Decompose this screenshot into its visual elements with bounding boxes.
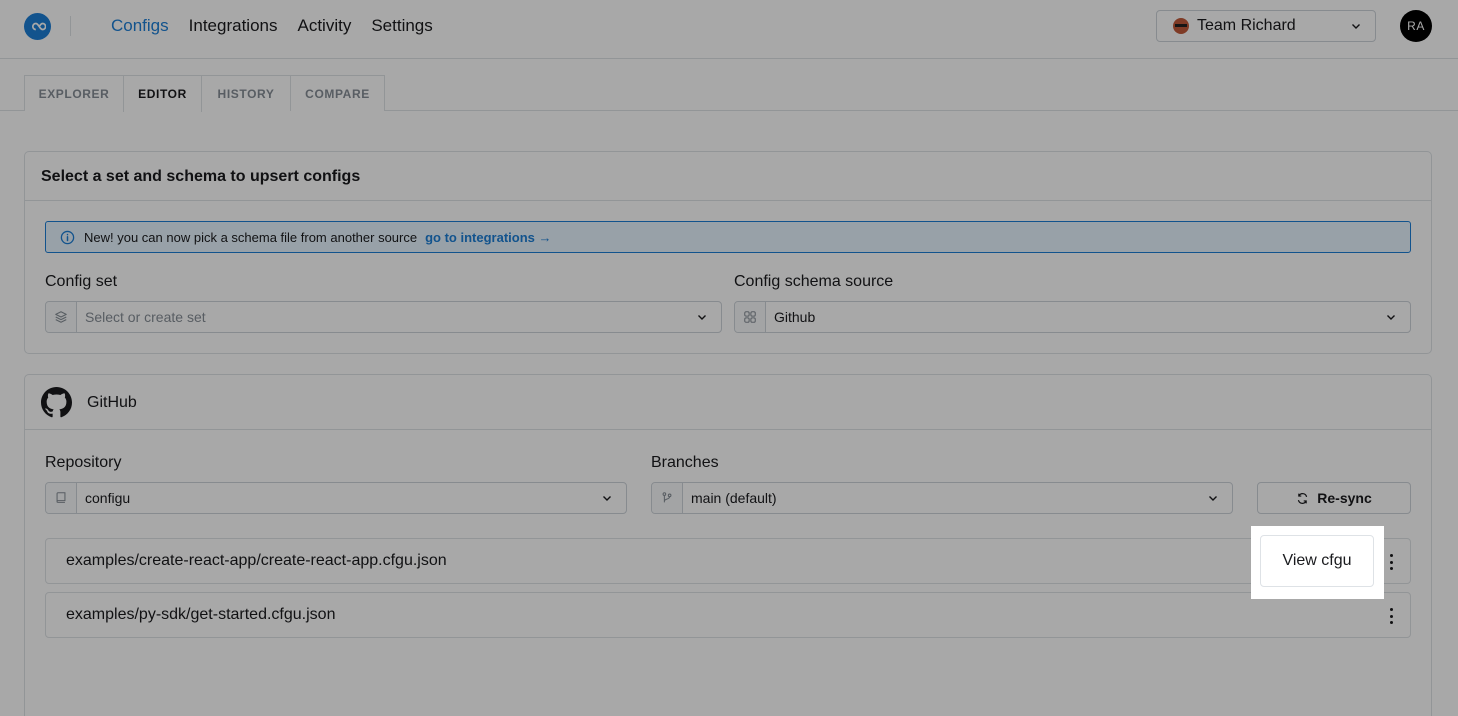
nav-configs[interactable]: Configs	[111, 16, 169, 36]
alert-text: New! you can now pick a schema file from…	[84, 229, 418, 245]
info-icon	[60, 230, 75, 244]
github-icon	[41, 387, 72, 418]
tab-explorer[interactable]: EXPLORER	[24, 75, 124, 111]
file-row[interactable]: examples/create-react-app/create-react-a…	[45, 538, 1411, 584]
chevron-down-icon	[603, 496, 611, 501]
branches-label: Branches	[651, 454, 719, 471]
team-avatar-icon	[1173, 18, 1189, 34]
resync-label: Re-sync	[1317, 490, 1372, 506]
repository-label: Repository	[45, 454, 122, 471]
tab-history[interactable]: HISTORY	[201, 75, 291, 111]
resync-button[interactable]: Re-sync	[1257, 482, 1411, 514]
select-set-card: Select a set and schema to upsert config…	[24, 151, 1432, 354]
refresh-icon	[1298, 492, 1308, 504]
chevron-down-icon	[698, 315, 706, 320]
tab-editor[interactable]: EDITOR	[123, 75, 202, 112]
more-options-icon[interactable]	[1382, 552, 1400, 572]
info-alert: New! you can now pick a schema file from…	[45, 221, 1411, 253]
editor-tabs: EXPLORER EDITOR HISTORY COMPARE	[24, 75, 385, 112]
file-path: examples/create-react-app/create-react-a…	[66, 552, 447, 569]
tab-compare[interactable]: COMPARE	[290, 75, 385, 111]
file-path: examples/py-sdk/get-started.cfgu.json	[66, 606, 336, 623]
configu-logo-icon[interactable]	[24, 13, 51, 40]
main-nav: Configs Integrations Activity Settings	[111, 16, 433, 36]
branch-value: main (default)	[691, 490, 777, 506]
repository-select[interactable]: configu	[45, 482, 627, 514]
nav-activity[interactable]: Activity	[297, 16, 351, 36]
config-set-placeholder: Select or create set	[85, 309, 206, 325]
team-select[interactable]: Team Richard	[1156, 10, 1376, 42]
config-set-select[interactable]: Select or create set	[45, 301, 722, 333]
branch-select[interactable]: main (default)	[651, 482, 1233, 514]
layers-icon	[46, 302, 77, 332]
schema-source-label: Config schema source	[734, 273, 894, 290]
config-set-label: Config set	[45, 273, 118, 290]
repo-icon	[46, 483, 77, 513]
file-row[interactable]: examples/py-sdk/get-started.cfgu.json	[45, 592, 1411, 638]
card-divider	[25, 429, 1431, 430]
grid-icon	[735, 302, 766, 332]
github-card: GitHub Repository configu Branches main …	[24, 374, 1432, 716]
select-card-title: Select a set and schema to upsert config…	[41, 168, 361, 185]
go-to-integrations-link[interactable]: go to integrations →	[425, 230, 551, 245]
nav-integrations[interactable]: Integrations	[189, 16, 278, 36]
header-divider	[70, 16, 71, 36]
top-header: Configs Integrations Activity Settings T…	[0, 0, 1458, 59]
chevron-down-icon	[1352, 24, 1360, 29]
repository-value: configu	[85, 490, 131, 506]
user-avatar[interactable]: RA	[1400, 10, 1432, 42]
nav-settings[interactable]: Settings	[371, 16, 432, 36]
schema-source-value: Github	[774, 309, 816, 325]
chevron-down-icon	[1209, 496, 1217, 501]
view-cfgu-button[interactable]: View cfgu	[1260, 535, 1374, 587]
more-options-icon[interactable]	[1382, 606, 1400, 626]
schema-source-select[interactable]: Github	[734, 301, 1411, 333]
team-name: Team Richard	[1197, 17, 1296, 34]
card-divider	[25, 200, 1431, 201]
github-card-title: GitHub	[87, 394, 137, 411]
git-branch-icon	[652, 483, 683, 513]
chevron-down-icon	[1387, 315, 1395, 320]
